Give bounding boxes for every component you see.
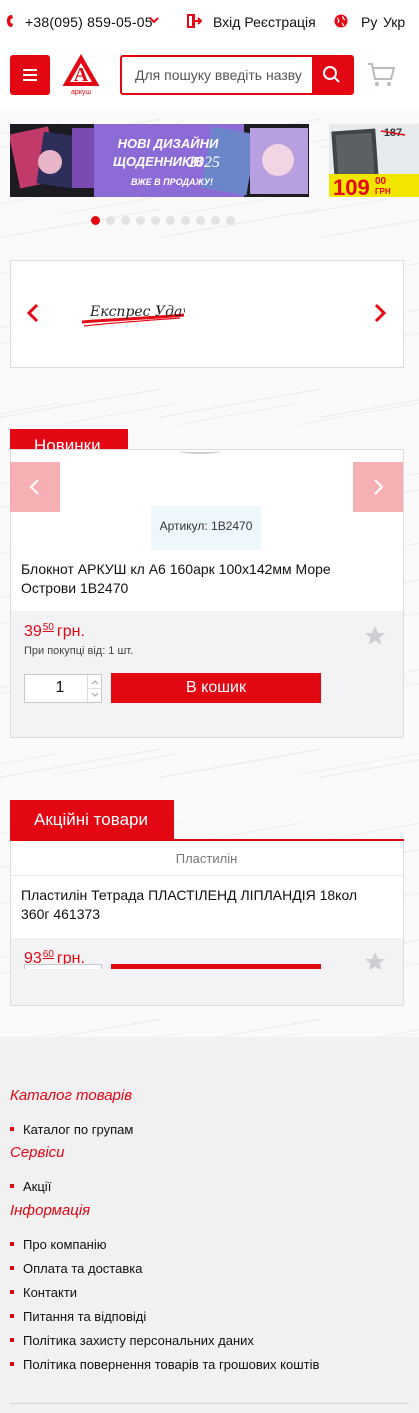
quantity-value[interactable]: 1: [25, 679, 95, 697]
slider-dot[interactable]: [91, 216, 100, 225]
banner-image: НОВІ ДИЗАЙНИ ЩОДЕННИКІВ 2025 ВЖЕ В ПРОДА…: [10, 124, 309, 197]
new-price-unit: ГРН: [375, 187, 391, 196]
cart-icon[interactable]: [367, 62, 395, 88]
chevron-left-icon: [29, 479, 39, 495]
slider-dot[interactable]: [136, 216, 145, 225]
svg-text:А: А: [74, 64, 89, 86]
lang-ru[interactable]: Ру: [361, 14, 377, 30]
new-price-cents: 00: [375, 176, 387, 187]
product-image[interactable]: [180, 449, 220, 454]
slider-dot[interactable]: [121, 216, 130, 225]
footer-catalog-title: Каталог товарів: [10, 1087, 133, 1104]
slider-dot[interactable]: [151, 216, 160, 225]
bullet: [10, 1127, 14, 1131]
lang-uk[interactable]: Укр: [383, 14, 405, 30]
product-sku: Артикул: 1В2470: [151, 506, 261, 550]
footer-info-title: Інформація: [10, 1202, 91, 1219]
bullet: [10, 1338, 14, 1342]
footer-services-title: Сервіси: [10, 1144, 65, 1161]
star-icon[interactable]: [364, 951, 386, 969]
footer-link[interactable]: Політика повернення товарів та грошових …: [10, 1357, 319, 1372]
menu-button[interactable]: [10, 55, 50, 95]
login-icon: [187, 14, 202, 28]
logo-text: аркуш: [71, 89, 91, 96]
slider-dot[interactable]: [226, 216, 235, 225]
phone-number[interactable]: +38(095) 859-05-05: [25, 14, 153, 30]
spin-arrows-icon: [88, 680, 102, 697]
footer-link[interactable]: Про компанію: [10, 1237, 107, 1252]
chevron-left-icon[interactable]: [25, 303, 41, 323]
bullet: [10, 1314, 14, 1318]
spin-buttons[interactable]: [87, 675, 102, 702]
product-name[interactable]: Блокнот АРКУШ кл А6 160арк 100х142мм Мор…: [21, 560, 381, 598]
card-prev-button[interactable]: [10, 462, 60, 512]
divider: [10, 875, 404, 876]
slider-dot[interactable]: [181, 216, 190, 225]
footer-link[interactable]: Каталог по групам: [10, 1122, 133, 1137]
bullet: [10, 1242, 14, 1246]
slider-dot[interactable]: [196, 216, 205, 225]
brand-logo[interactable]: Експрес Удачі: [80, 290, 185, 330]
card-next-button[interactable]: [353, 462, 403, 512]
brand-logo-text: Експрес Удачі: [89, 304, 185, 320]
quantity-stepper[interactable]: [24, 964, 102, 969]
login-link[interactable]: Вхід: [213, 14, 240, 30]
min-quantity: При покупці від: 1 шт.: [24, 645, 134, 657]
banner-year: 2025: [188, 154, 220, 171]
product-name[interactable]: Пластилін Тетрада ПЛАСТІЛЕНД ЛІПЛАНДІЯ 1…: [21, 886, 381, 924]
footer-link[interactable]: Політика захисту персональних даних: [10, 1333, 254, 1348]
search-icon: [323, 66, 340, 83]
banner-line3: ВЖЕ В ПРОДАЖУ!: [131, 177, 213, 187]
chevron-down-icon[interactable]: [149, 15, 159, 25]
hamburger-icon: [23, 69, 37, 71]
globe-icon: [334, 14, 348, 28]
bullet: [10, 1266, 14, 1270]
search-button[interactable]: [312, 57, 352, 93]
tab-new-items[interactable]: Новинки: [10, 429, 128, 449]
footer-link[interactable]: Акції: [10, 1179, 51, 1194]
banner-side-image: 187 109 00 ГРН: [329, 124, 419, 197]
product-price: 3950 грн.: [24, 622, 85, 640]
phone-icon: [7, 15, 13, 27]
slider-dot[interactable]: [106, 216, 115, 225]
auth-links: Вхід Реєстрація: [213, 14, 316, 30]
search-input[interactable]: [122, 57, 314, 93]
add-to-cart-button[interactable]: [111, 964, 321, 969]
chevron-right-icon[interactable]: [372, 303, 388, 323]
banner-line1: НОВІ ДИЗАЙНИ: [118, 135, 219, 151]
banner-dots: [91, 212, 241, 225]
add-to-cart-button[interactable]: В кошик: [111, 673, 321, 703]
footer-divider: [10, 1403, 409, 1404]
product-category[interactable]: Пластилін: [0, 851, 413, 866]
footer-link[interactable]: Контакти: [10, 1285, 77, 1300]
slider-dot[interactable]: [211, 216, 220, 225]
price-clip: 9360 грн.: [20, 945, 400, 969]
brands-slider: [10, 260, 404, 368]
bullet: [10, 1290, 14, 1294]
tab-promo-items[interactable]: Акційні товари: [10, 800, 174, 840]
new-price: 109: [333, 175, 370, 197]
footer-link[interactable]: Оплата та доставка: [10, 1261, 142, 1276]
bullet: [10, 1362, 14, 1366]
slider-dot[interactable]: [166, 216, 175, 225]
logo[interactable]: А аркуш: [61, 53, 101, 96]
search-form: [120, 55, 354, 95]
footer-link[interactable]: Питання та відповіді: [10, 1309, 146, 1324]
banner-diaries[interactable]: НОВІ ДИЗАЙНИ ЩОДЕННИКІВ 2025 ВЖЕ В ПРОДА…: [10, 124, 309, 197]
star-icon[interactable]: [364, 625, 386, 647]
register-link[interactable]: Реєстрація: [244, 14, 315, 30]
chevron-right-icon: [374, 479, 384, 495]
quantity-stepper[interactable]: 1: [24, 674, 102, 703]
bullet: [10, 1184, 14, 1188]
banner-price[interactable]: 187 109 00 ГРН: [329, 124, 419, 197]
